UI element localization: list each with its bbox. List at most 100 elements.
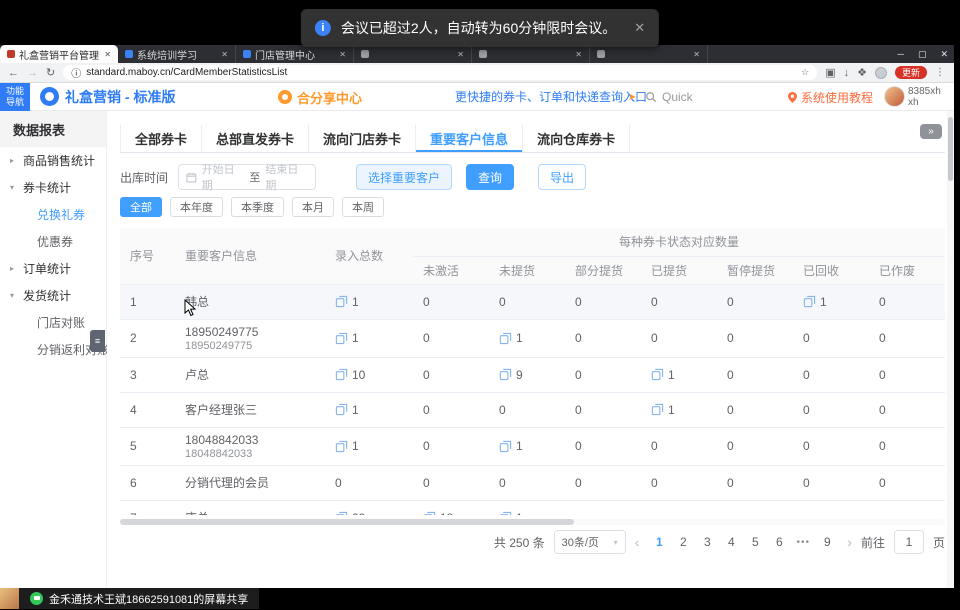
panel-tab[interactable]: 全部券卡 <box>120 125 202 152</box>
bookmark-star-icon[interactable]: ☆ <box>801 67 809 78</box>
card-link-icon[interactable] <box>651 403 664 416</box>
quick-filter-chip[interactable]: 本年度 <box>170 197 223 217</box>
user-avatar[interactable] <box>884 86 905 107</box>
browser-tab[interactable]: 系统培训学习 ✕ <box>118 45 236 63</box>
quick-filter-chip[interactable]: 本周 <box>342 197 384 217</box>
browser-tab[interactable]: ✕ <box>472 45 590 63</box>
toast-close-icon[interactable]: ✕ <box>634 20 645 36</box>
page-button[interactable]: 9 <box>816 530 838 554</box>
sidebar-item[interactable]: ▸ 订单统计 <box>0 255 106 282</box>
menu-dots-icon[interactable]: ⋮ <box>935 67 946 78</box>
card-link-icon[interactable] <box>335 403 348 416</box>
tab-close-icon[interactable]: ✕ <box>104 50 111 59</box>
profile-avatar[interactable] <box>875 67 887 79</box>
quick-filter-chip[interactable]: 本季度 <box>231 197 284 217</box>
browser-tab[interactable]: ✕ <box>590 45 708 63</box>
card-link-icon[interactable] <box>335 440 348 453</box>
panel-tab[interactable]: 总部直发券卡 <box>202 125 309 152</box>
tab-close-icon[interactable]: ✕ <box>457 50 464 59</box>
page-button[interactable]: 5 <box>744 530 766 554</box>
page-button[interactable]: 3 <box>696 530 718 554</box>
customer-name: 分销代理的会员 <box>185 474 315 491</box>
cell-count: 0 <box>335 476 342 490</box>
goto-page-input[interactable]: 1 <box>894 530 924 554</box>
horizontal-scrollbar[interactable] <box>120 519 945 525</box>
update-button[interactable]: 更新 <box>895 66 927 79</box>
card-link-icon[interactable] <box>651 368 664 381</box>
quick-filter-chips: 全部 本年度 本季度 本月 本周 <box>120 197 384 217</box>
card-link-icon[interactable] <box>335 332 348 345</box>
tab-close-icon[interactable]: ✕ <box>221 50 228 59</box>
forward-icon[interactable]: → <box>27 67 38 79</box>
page-ellipsis[interactable]: ••• <box>792 530 814 554</box>
back-icon[interactable]: ← <box>8 67 19 79</box>
panel-tab[interactable]: 流向门店券卡 <box>309 125 416 152</box>
hscroll-thumb[interactable] <box>120 519 574 525</box>
sidebar-collapse-handle[interactable]: ≡ <box>90 330 105 352</box>
vertical-scrollbar[interactable] <box>947 111 954 588</box>
page-button[interactable]: 4 <box>720 530 742 554</box>
page-button[interactable]: 1 <box>648 530 670 554</box>
card-link-icon[interactable] <box>499 368 512 381</box>
restore-icon[interactable]: ▢ <box>918 49 927 60</box>
card-link-icon[interactable] <box>335 295 348 308</box>
cell-count: 20 <box>352 511 365 516</box>
table-row[interactable]: 5 1804884203318048842033 1 0100000 <box>120 427 945 465</box>
search-button[interactable]: 查询 <box>466 164 514 190</box>
tab-close-icon[interactable]: ✕ <box>693 50 700 59</box>
quick-filter-chip[interactable]: 全部 <box>120 197 162 217</box>
sidebar-item[interactable]: ▾ 券卡统计 <box>0 174 106 201</box>
card-link-icon[interactable] <box>803 295 816 308</box>
browser-tab[interactable]: 门店管理中心 ✕ <box>236 45 354 63</box>
card-link-icon[interactable] <box>499 332 512 345</box>
reload-icon[interactable]: ↻ <box>46 66 55 79</box>
sidebar-item[interactable]: ▸ 商品销售统计 <box>0 147 106 174</box>
minimize-icon[interactable]: ─ <box>898 49 904 59</box>
tab-favicon-icon <box>479 50 487 58</box>
quick-entry-hint[interactable]: 更快捷的券卡、订单和快递查询入口 <box>455 83 647 111</box>
card-link-icon[interactable] <box>499 511 512 515</box>
vscroll-thumb[interactable] <box>948 117 953 181</box>
table-row[interactable]: 7 唐总 20 181 <box>120 500 945 515</box>
page-button[interactable]: 6 <box>768 530 790 554</box>
select-customer-button[interactable]: 选择重要客户 <box>356 164 452 190</box>
card-link-icon[interactable] <box>335 368 348 381</box>
sidebar-item[interactable]: 兑换礼券 <box>0 201 106 228</box>
url-bar[interactable]: ⓘ standard.maboy.cn/CardMemberStatistics… <box>63 65 817 80</box>
panel-tab[interactable]: 重要客户信息 <box>416 125 523 152</box>
page-size-select[interactable]: 30条/页 ▾ <box>554 530 626 554</box>
table-row[interactable]: 4 客户经理张三 1 0001000 <box>120 392 945 427</box>
cell-count: 0 <box>423 439 430 453</box>
sidebar-item[interactable]: ▾ 发货统计 <box>0 282 106 309</box>
table-row[interactable]: 1 韩总 1 0000010 <box>120 284 945 319</box>
extensions-icon[interactable]: ❖ <box>857 66 867 79</box>
sidepanel-icon[interactable]: ▣ <box>825 66 835 79</box>
share-center-link[interactable]: 合分享中心 <box>278 83 362 111</box>
panel-tab[interactable]: 流向仓库券卡 <box>523 125 630 152</box>
browser-tab[interactable]: 礼盒营销平台管理中心 ✕ <box>0 45 118 63</box>
date-range-input[interactable]: 开始日期 至 结束日期 <box>178 164 316 190</box>
table-row[interactable]: 3 卢总 10 0901000 <box>120 357 945 392</box>
download-icon[interactable]: ↓ <box>844 67 850 79</box>
tab-close-icon[interactable]: ✕ <box>339 50 346 59</box>
card-link-icon[interactable] <box>499 440 512 453</box>
quick-filter-chip[interactable]: 本月 <box>292 197 334 217</box>
tutorial-link[interactable]: 系统使用教程 <box>788 83 873 111</box>
table-row[interactable]: 6 分销代理的会员 0 0000000 <box>120 465 945 500</box>
table-row[interactable]: 2 1895024977518950249775 1 0100000 <box>120 319 945 357</box>
prev-page-icon[interactable]: ‹ <box>635 534 640 550</box>
browser-tab[interactable]: ✕ <box>354 45 472 63</box>
export-button[interactable]: 导出 <box>538 164 586 190</box>
tab-close-icon[interactable]: ✕ <box>575 50 582 59</box>
site-info-icon[interactable]: ⓘ <box>71 65 81 80</box>
sidebar-item[interactable]: 优惠券 <box>0 228 106 255</box>
close-icon[interactable]: ✕ <box>940 49 948 60</box>
status-column-header: 已回收 <box>793 256 869 284</box>
pin-icon <box>788 92 797 103</box>
function-nav-toggle[interactable]: 功能导航 <box>0 83 30 111</box>
quick-search[interactable]: Quick <box>645 83 693 111</box>
card-link-icon[interactable] <box>335 511 348 515</box>
page-button[interactable]: 2 <box>672 530 694 554</box>
card-link-icon[interactable] <box>423 511 436 515</box>
next-page-icon[interactable]: › <box>847 534 852 550</box>
